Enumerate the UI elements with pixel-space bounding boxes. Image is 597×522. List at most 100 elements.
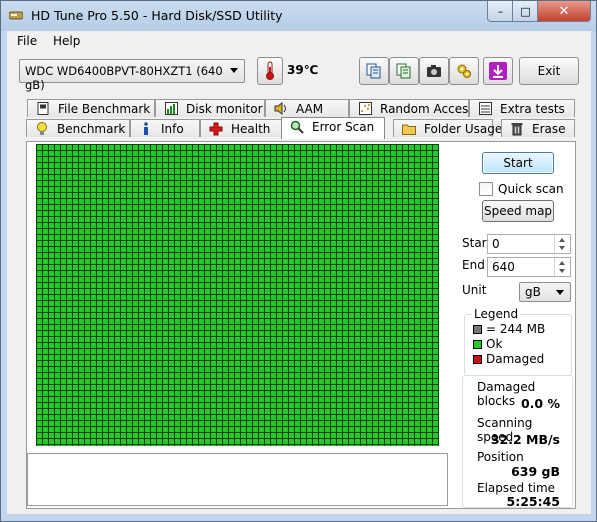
stats-box: Damaged blocks 0.0 % Scanning speed 32.2… <box>462 375 573 509</box>
tab-file-benchmark[interactable]: File Benchmark <box>27 99 155 117</box>
start-field-value: 0 <box>492 237 500 251</box>
tab-health[interactable]: Health <box>200 119 282 137</box>
temperature-value: 39℃ <box>287 63 319 77</box>
tab-benchmark-label: Benchmark <box>57 122 126 136</box>
tab-disk-monitor[interactable]: Disk monitor <box>155 99 265 117</box>
elapsed-time-value: 5:25:45 <box>506 494 561 509</box>
file-benchmark-icon <box>36 102 50 115</box>
options-icon <box>457 64 471 78</box>
menu-help[interactable]: Help <box>53 34 80 48</box>
scan-log[interactable] <box>27 453 448 506</box>
tab-aam[interactable]: AAM <box>265 99 349 117</box>
spin-down-icon[interactable] <box>559 246 565 250</box>
quick-scan-label: Quick scan <box>498 182 564 196</box>
tab-random-access-label: Random Access <box>380 102 475 116</box>
block-map-grid <box>36 144 439 446</box>
legend-box: Legend = 244 MB Ok Damaged <box>464 307 572 376</box>
tab-info[interactable]: Info <box>130 119 200 137</box>
thermometer-button[interactable] <box>257 57 283 85</box>
info-icon <box>139 121 153 135</box>
maximize-icon: □ <box>520 4 531 18</box>
menu-file[interactable]: File <box>17 34 37 48</box>
end-field[interactable]: 640 <box>487 257 571 277</box>
end-field-label: End <box>462 258 485 272</box>
end-spinner[interactable] <box>554 258 570 276</box>
legend-swatch-damaged <box>473 354 482 364</box>
download-icon <box>489 62 507 80</box>
tab-disk-monitor-label: Disk monitor <box>186 102 263 116</box>
legend-swatch-ok <box>473 339 482 349</box>
start-button[interactable]: Start <box>482 152 554 174</box>
download-button[interactable] <box>483 57 513 85</box>
legend-damaged-text: Damaged <box>486 352 545 366</box>
toolbar: WDC WD6400BPVT-80HXZT1 (640 gB) 39℃ Exit <box>7 51 591 99</box>
speed-map-button[interactable]: Speed map <box>482 200 554 222</box>
tab-benchmark[interactable]: Benchmark <box>26 119 130 137</box>
thermometer-icon <box>266 61 274 80</box>
exit-button[interactable]: Exit <box>519 57 579 85</box>
options-button[interactable] <box>449 57 479 85</box>
checkbox-box[interactable] <box>479 182 493 196</box>
screenshot-button[interactable] <box>419 57 449 85</box>
speaker-icon <box>274 102 288 115</box>
legend-ok-text: Ok <box>486 337 503 351</box>
copy-info-button[interactable] <box>389 57 419 85</box>
drive-select[interactable]: WDC WD6400BPVT-80HXZT1 (640 gB) <box>19 59 245 92</box>
copy-info-icon <box>396 63 411 79</box>
drive-select-value: WDC WD6400BPVT-80HXZT1 (640 gB) <box>25 64 223 92</box>
unit-select[interactable]: gB <box>519 282 571 302</box>
bulb-icon <box>35 121 49 135</box>
disk-monitor-icon <box>164 102 178 115</box>
tab-error-scan-label: Error Scan <box>312 120 375 134</box>
close-button[interactable]: ✕ <box>537 1 591 22</box>
tab-aam-label: AAM <box>296 102 324 116</box>
tab-erase[interactable]: Erase <box>501 119 575 137</box>
tab-file-benchmark-label: File Benchmark <box>58 102 151 116</box>
window-title: HD Tune Pro 5.50 - Hard Disk/SSD Utility <box>31 8 283 23</box>
tab-extra-tests-label: Extra tests <box>500 102 565 116</box>
random-access-icon <box>358 102 372 115</box>
client-area: File Help WDC WD6400BPVT-80HXZT1 (640 gB… <box>7 31 591 514</box>
app-window: HD Tune Pro 5.50 - Hard Disk/SSD Utility… <box>0 0 597 522</box>
position-label: Position <box>477 450 524 464</box>
legend-item-unit: = 244 MB <box>473 322 545 336</box>
legend-item-ok: Ok <box>473 337 502 351</box>
camera-icon <box>427 65 441 77</box>
end-field-value: 640 <box>492 260 515 274</box>
spin-up-icon[interactable] <box>559 261 565 265</box>
spin-up-icon[interactable] <box>559 238 565 242</box>
block-map <box>36 144 439 446</box>
copy-text-icon <box>366 63 381 79</box>
minimize-button[interactable]: – <box>487 1 514 22</box>
chevron-down-icon <box>230 68 238 73</box>
position-value: 639 gB <box>511 464 560 479</box>
maximize-button[interactable]: □ <box>512 1 539 22</box>
health-cross-icon <box>209 122 223 135</box>
tab-folder-usage-label: Folder Usage <box>424 122 503 136</box>
tab-folder-usage[interactable]: Folder Usage <box>393 119 502 137</box>
extra-tests-icon <box>478 102 492 115</box>
tab-erase-label: Erase <box>532 122 566 136</box>
unit-select-value: gB <box>525 285 541 299</box>
copy-text-button[interactable] <box>359 57 389 85</box>
tab-random-access[interactable]: Random Access <box>349 99 475 117</box>
quick-scan-checkbox[interactable]: Quick scan <box>479 182 564 196</box>
chevron-down-icon <box>556 290 564 295</box>
title-bar[interactable]: HD Tune Pro 5.50 - Hard Disk/SSD Utility… <box>1 1 596 31</box>
legend-unit-text: = 244 MB <box>486 322 546 336</box>
magnifier-icon <box>290 120 304 134</box>
damaged-blocks-value: 0.0 % <box>520 396 560 411</box>
elapsed-time-label: Elapsed time <box>477 481 556 495</box>
spin-down-icon[interactable] <box>559 269 565 273</box>
trash-icon <box>510 122 524 135</box>
legend-item-damaged: Damaged <box>473 352 544 366</box>
tab-extra-tests[interactable]: Extra tests <box>469 99 575 117</box>
tab-error-scan[interactable]: Error Scan <box>281 117 385 139</box>
app-disk-icon <box>9 11 23 20</box>
folder-icon <box>402 122 416 135</box>
menu-bar: File Help <box>7 31 591 51</box>
minimize-icon: – <box>497 4 504 18</box>
start-field[interactable]: 0 <box>487 234 571 254</box>
unit-label: Unit <box>462 283 487 297</box>
start-spinner[interactable] <box>554 235 570 253</box>
